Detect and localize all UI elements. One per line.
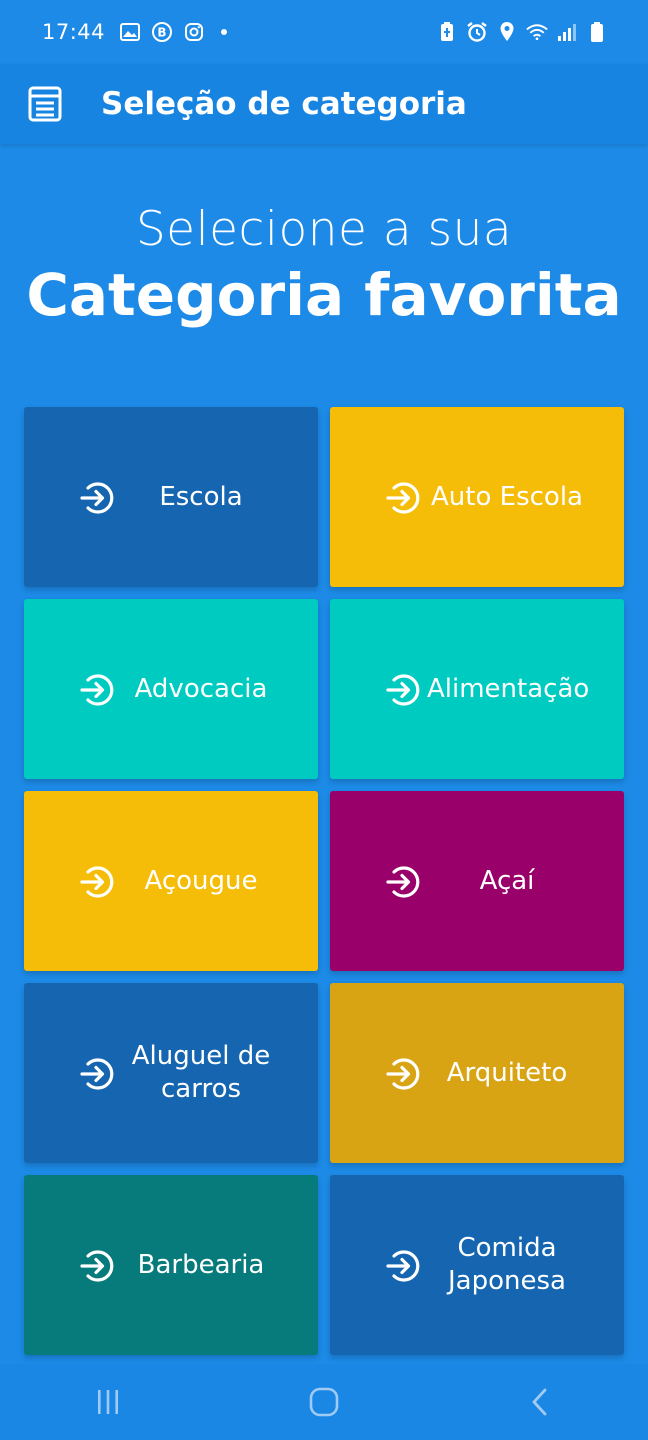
category-label: Escola xyxy=(159,481,243,512)
notification-dot xyxy=(221,29,228,35)
status-left: 17:44 B xyxy=(42,20,228,44)
category-label: Alimentação xyxy=(427,673,590,704)
navigation-bar xyxy=(0,1364,648,1440)
enter-icon xyxy=(78,671,116,709)
category-label: Barbearia xyxy=(137,1249,265,1280)
status-right xyxy=(436,21,608,43)
headline-line2: Categoria favorita xyxy=(26,261,622,329)
category-card-alimentacao[interactable]: Alimentação xyxy=(330,599,624,779)
category-label: Açougue xyxy=(144,865,258,896)
app-bar: Seleção de categoria xyxy=(0,64,648,144)
category-grid: Escola Auto Escola Advocacia Alimentação… xyxy=(24,407,624,1355)
category-label: Aluguel de carros xyxy=(131,1041,271,1104)
category-label: Advocacia xyxy=(134,673,268,704)
back-icon[interactable] xyxy=(510,1377,570,1427)
headline-line1: Selecione a sua xyxy=(135,202,513,257)
category-label: Arquiteto xyxy=(446,1057,568,1088)
location-icon xyxy=(496,21,518,43)
b-icon: B xyxy=(151,21,173,43)
battery-saver-icon xyxy=(436,21,458,43)
enter-icon xyxy=(78,863,116,901)
enter-icon xyxy=(384,479,422,517)
category-card-auto-escola[interactable]: Auto Escola xyxy=(330,407,624,587)
battery-icon xyxy=(586,21,608,43)
wifi-icon xyxy=(526,21,548,43)
alarm-icon xyxy=(466,21,488,43)
category-card-comida-japonesa[interactable]: Comida Japonesa xyxy=(330,1175,624,1355)
recent-apps-icon[interactable] xyxy=(78,1377,138,1427)
enter-icon xyxy=(78,1055,116,1093)
enter-icon xyxy=(384,671,422,709)
instagram-icon xyxy=(183,21,205,43)
enter-icon xyxy=(384,1055,422,1093)
status-bar: 17:44 B xyxy=(0,0,648,64)
list-icon[interactable] xyxy=(25,84,65,124)
category-card-acougue[interactable]: Açougue xyxy=(24,791,318,971)
category-card-escola[interactable]: Escola xyxy=(24,407,318,587)
enter-icon xyxy=(78,479,116,517)
category-card-barbearia[interactable]: Barbearia xyxy=(24,1175,318,1355)
category-card-advocacia[interactable]: Advocacia xyxy=(24,599,318,779)
category-card-arquiteto[interactable]: Arquiteto xyxy=(330,983,624,1163)
page-title: Seleção de categoria xyxy=(101,86,467,122)
home-icon[interactable] xyxy=(294,1377,354,1427)
headline: Selecione a sua Categoria favorita xyxy=(0,200,648,328)
svg-text:B: B xyxy=(157,26,166,40)
status-time: 17:44 xyxy=(42,20,106,44)
enter-icon xyxy=(78,1247,116,1285)
category-label: Açaí xyxy=(479,865,535,896)
gallery-icon xyxy=(119,21,141,43)
signal-icon xyxy=(556,21,578,43)
category-card-aluguel-de-carros[interactable]: Aluguel de carros xyxy=(24,983,318,1163)
category-card-acai[interactable]: Açaí xyxy=(330,791,624,971)
category-label: Auto Escola xyxy=(431,481,583,512)
enter-icon xyxy=(384,1247,422,1285)
category-label: Comida Japonesa xyxy=(448,1233,566,1296)
enter-icon xyxy=(384,863,422,901)
